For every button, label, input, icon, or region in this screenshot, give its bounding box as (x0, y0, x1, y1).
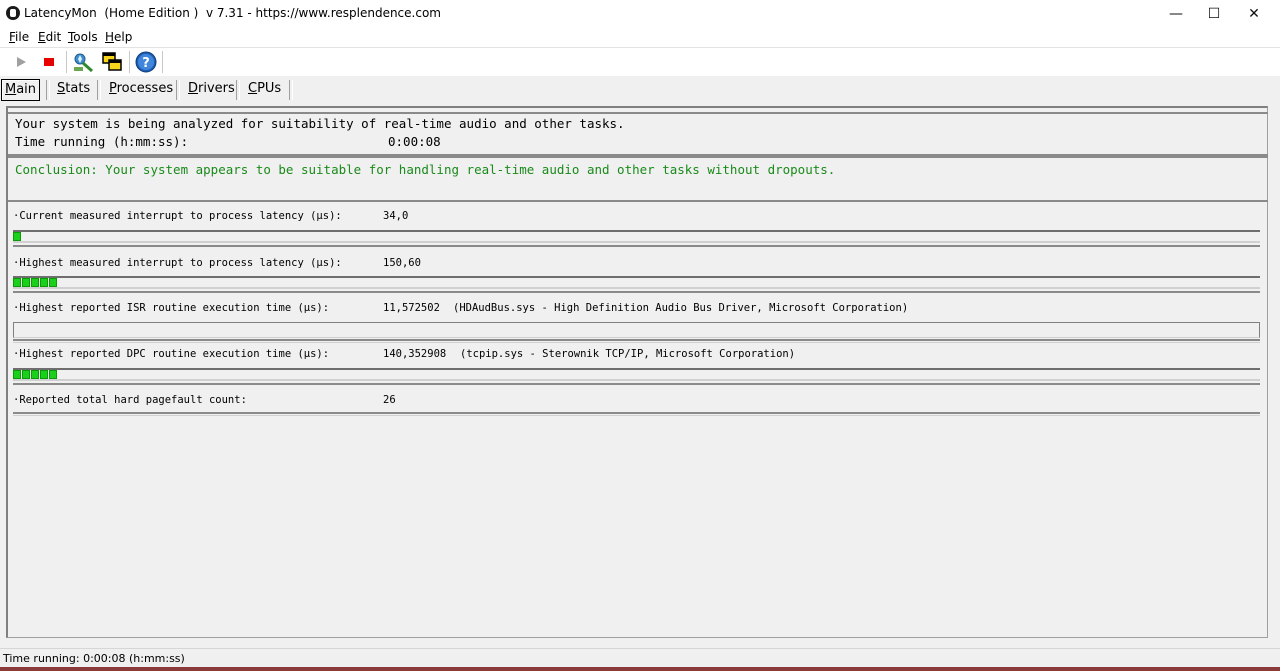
menu-file-label: ile (15, 30, 30, 44)
bar-block (13, 232, 21, 241)
metric-label: ·Highest measured interrupt to process l… (13, 257, 342, 269)
toolbar-separator (129, 51, 130, 73)
menu-help-accel: H (105, 30, 115, 44)
bar-block (40, 278, 48, 287)
menu-tools-label: ools (73, 30, 98, 44)
tab-drivers-label: rivers (198, 81, 235, 96)
tab-main[interactable]: Main (1, 79, 41, 101)
maximize-button[interactable]: ☐ (1194, 0, 1234, 27)
menu-edit[interactable]: Edit (38, 30, 61, 44)
status-time-running: Time running: 0:00:08 (h:mm:ss) (3, 652, 185, 665)
bar-block (49, 278, 57, 287)
bar-block (40, 370, 48, 379)
stop-icon[interactable] (37, 50, 61, 74)
bar-fill (13, 278, 58, 287)
time-running-value: 0:00:08 (388, 134, 441, 149)
bar-fill (13, 370, 58, 379)
metric-value: 140,352908 (383, 348, 447, 360)
tab-cpus-label: PUs (257, 81, 282, 96)
conclusion-text: Conclusion: Your system appears to be su… (15, 162, 836, 177)
time-running-label: Time running (h:mm:ss): (15, 134, 189, 149)
menu-edit-accel: E (38, 30, 46, 44)
tab-separator (289, 80, 293, 100)
tab-processes[interactable]: Processes (109, 79, 173, 99)
app-logo-icon (6, 6, 20, 20)
tab-separator (46, 80, 50, 100)
svg-text:?: ? (142, 56, 150, 71)
metric-value: 11,572502 (383, 302, 440, 314)
bar-block (13, 370, 21, 379)
tab-stats-label: tats (65, 81, 91, 96)
divider (13, 412, 1260, 416)
menu-help[interactable]: Help (105, 30, 132, 44)
tab-cpus-accel: C (248, 81, 258, 96)
bar-fill (13, 232, 22, 241)
desktop-strip (0, 667, 1280, 671)
metric-value: 26 (383, 394, 396, 406)
isr-bar (13, 322, 1260, 338)
metric-label: ·Highest reported DPC routine execution … (13, 348, 330, 360)
toolbar-separator (66, 51, 67, 73)
analysis-line: Your system is being analyzed for suitab… (15, 116, 625, 131)
menu-edit-label: dit (45, 30, 62, 44)
divider (13, 339, 1260, 343)
latency-bar (13, 276, 1260, 293)
tab-main-label: ain (16, 82, 37, 97)
tab-drivers[interactable]: Drivers (188, 79, 235, 99)
tab-separator (176, 80, 180, 100)
menu-file[interactable]: File (9, 30, 29, 44)
windows-icon[interactable] (100, 50, 124, 74)
bar-block (13, 278, 21, 287)
metric-driver-info: (HDAudBus.sys - High Definition Audio Bu… (453, 302, 909, 314)
tab-processes-label: rocesses (116, 81, 174, 96)
metric-label: ·Highest reported ISR routine execution … (13, 302, 330, 314)
tab-separator (236, 80, 240, 100)
bar-block (31, 278, 39, 287)
bar-block (31, 370, 39, 379)
bar-block (49, 370, 57, 379)
minimize-button[interactable]: — (1156, 0, 1196, 27)
tab-stats[interactable]: Stats (57, 79, 90, 99)
tab-separator (97, 80, 101, 100)
metric-value: 34,0 (383, 210, 409, 222)
right-edge (1272, 104, 1280, 644)
menu-bar: File Edit Tools Help (0, 27, 1280, 47)
tab-main-accel: M (5, 82, 17, 97)
metric-label: ·Reported total hard pagefault count: (13, 394, 247, 406)
window-title: LatencyMon (Home Edition ) v 7.31 - http… (24, 6, 441, 20)
analysis-section: Your system is being analyzed for suitab… (8, 112, 1268, 156)
help-icon[interactable]: ? (134, 50, 158, 74)
tab-bar: Main Stats Processes Drivers CPUs (0, 76, 1280, 104)
metric-label: ·Current measured interrupt to process l… (13, 210, 342, 222)
bar-block (22, 278, 30, 287)
conclusion-section: Conclusion: Your system appears to be su… (8, 156, 1268, 202)
menu-tools[interactable]: Tools (68, 30, 98, 44)
tab-drivers-accel: D (188, 81, 199, 96)
play-icon[interactable] (9, 50, 33, 74)
dpc-bar (13, 368, 1260, 385)
latency-bar (13, 230, 1260, 247)
status-bar: Time running: 0:00:08 (h:mm:ss) (0, 648, 1280, 668)
toolbar-separator (162, 51, 163, 73)
wizard-icon[interactable] (71, 50, 95, 74)
tab-processes-accel: P (109, 81, 117, 96)
title-bar: LatencyMon (Home Edition ) v 7.31 - http… (0, 0, 1280, 27)
metric-driver-info: (tcpip.sys - Sterownik TCP/IP, Microsoft… (460, 348, 796, 360)
metric-value: 150,60 (383, 257, 421, 269)
toolbar: ? (0, 47, 1280, 76)
menu-help-label: elp (114, 30, 133, 44)
bar-block (22, 370, 30, 379)
close-button[interactable]: ✕ (1234, 0, 1274, 27)
tab-cpus[interactable]: CPUs (248, 79, 281, 99)
